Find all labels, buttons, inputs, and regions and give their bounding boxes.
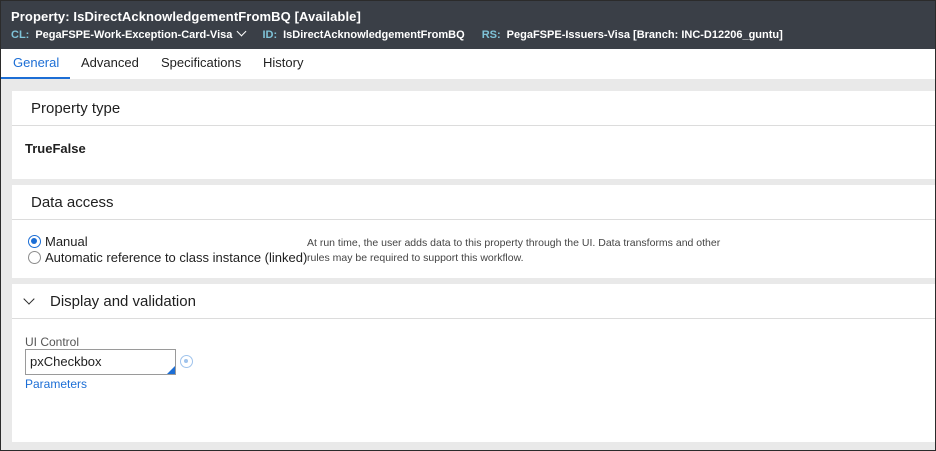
rule-tabs: General Advanced Specifications History	[1, 49, 935, 79]
rule-meta: CL: PegaFSPE-Work-Exception-Card-Visa ID:…	[11, 26, 797, 41]
display-validation-heading: Display and validation	[50, 293, 196, 310]
rule-title-text: Property: IsDirectAcknowledgementFromBQ	[11, 9, 291, 24]
radio-automatic-reference[interactable]: Automatic reference to class instance (l…	[28, 250, 307, 265]
radio-manual-label: Manual	[45, 234, 88, 249]
ui-control-label: UI Control	[25, 335, 80, 349]
display-validation-section: Display and validation UI Control pxChec…	[12, 284, 935, 442]
ui-control-input[interactable]: pxCheckbox	[25, 349, 176, 375]
tab-history[interactable]: History	[263, 49, 303, 79]
data-access-heading: Data access	[12, 185, 935, 220]
ruleset-key: RS:	[481, 29, 501, 41]
availability-status: [Available]	[294, 9, 361, 24]
rule-id: ID: IsDirectAcknowledgementFromBQ	[262, 29, 464, 41]
autocomplete-corner-icon	[167, 366, 175, 374]
data-access-section: Data access Manual Automatic reference t…	[12, 185, 935, 278]
parameters-link[interactable]: Parameters	[25, 377, 87, 391]
tabs-divider	[1, 79, 935, 91]
display-validation-header[interactable]: Display and validation	[12, 284, 935, 319]
data-access-help-text: At run time, the user adds data to this …	[307, 237, 721, 264]
crosshair-icon[interactable]	[180, 355, 193, 368]
radio-button[interactable]	[28, 251, 41, 264]
ui-control-value: pxCheckbox	[30, 354, 102, 369]
ruleset: RS: PegaFSPE-Issuers-Visa [Branch: INC-D1…	[482, 29, 783, 41]
chevron-down-icon[interactable]	[23, 293, 35, 305]
rule-title: Property: IsDirectAcknowledgementFromBQ …	[11, 9, 361, 24]
chevron-down-icon[interactable]	[236, 26, 247, 37]
radio-manual[interactable]: Manual	[28, 234, 88, 249]
property-rule-form: Property: IsDirectAcknowledgementFromBQ …	[0, 0, 936, 451]
class-selector[interactable]: CL: PegaFSPE-Work-Exception-Card-Visa	[11, 26, 247, 41]
rule-header: Property: IsDirectAcknowledgementFromBQ …	[1, 1, 935, 49]
id-value: IsDirectAcknowledgementFromBQ	[283, 29, 465, 41]
tab-specifications[interactable]: Specifications	[161, 49, 241, 79]
class-key: CL:	[11, 29, 30, 41]
property-type-section: Property type TrueFalse	[12, 91, 935, 179]
radio-automatic-label: Automatic reference to class instance (l…	[45, 250, 308, 265]
ruleset-value: PegaFSPE-Issuers-Visa [Branch: INC-D1220…	[506, 29, 783, 41]
property-type-heading: Property type	[12, 91, 935, 126]
tab-advanced[interactable]: Advanced	[81, 49, 139, 79]
radio-button-selected[interactable]	[28, 235, 41, 248]
id-key: ID:	[262, 29, 278, 41]
property-type-value: TrueFalse	[25, 141, 86, 156]
tab-general[interactable]: General	[1, 49, 70, 79]
class-value: PegaFSPE-Work-Exception-Card-Visa	[35, 29, 233, 41]
